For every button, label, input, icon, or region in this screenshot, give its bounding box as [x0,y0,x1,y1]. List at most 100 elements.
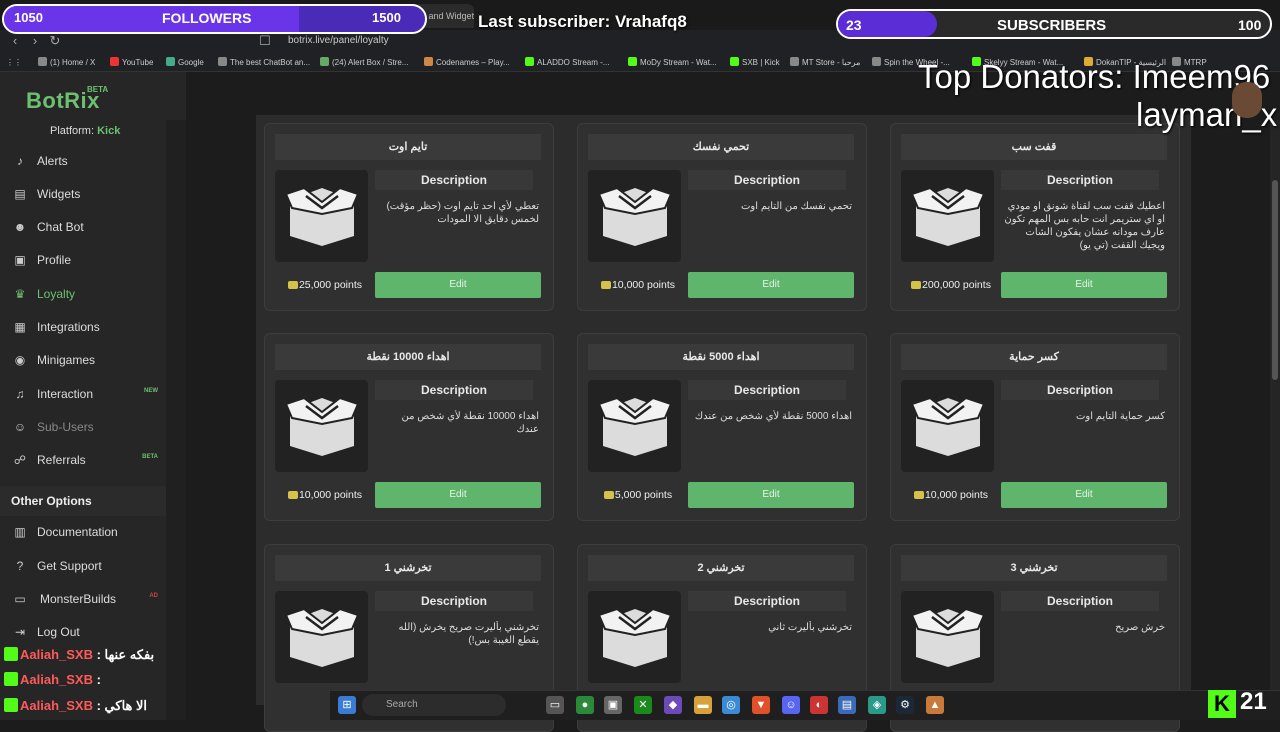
bookmark-item[interactable]: The best ChatBot an... [218,56,310,69]
apps-grid-icon[interactable]: ⋮⋮ [6,56,22,69]
docs-icon: ▥ [14,525,26,539]
kick-icon [4,672,18,686]
chat-message: Aaliah_SXB : بفكه عنها [0,643,530,667]
subscribers-count: 23 [846,17,862,33]
app-icon[interactable]: ▲ [926,696,944,714]
bookmark-item[interactable]: SXB | Kick [730,56,780,69]
reward-image [588,591,681,683]
reward-card: تحمي نفسك Description تحمي نفسك من التايم … [577,123,867,311]
streamer-webcam [1232,82,1262,118]
coins-icon [913,491,924,499]
reward-image [588,380,681,472]
sidebar-scroll-gutter [166,120,186,720]
reward-title: تايم اوت [275,134,541,160]
bookmark-item[interactable]: Google [166,56,204,69]
followers-count: 1050 [14,10,43,25]
robot-icon: ☻ [13,220,27,234]
app-icon[interactable]: ◐ [810,696,828,714]
sidebar-item-widgets[interactable]: ▤ Widgets [0,179,166,209]
bell-icon: ♪ [17,154,23,168]
sidebar-item-alerts[interactable]: ♪ Alerts [0,146,166,176]
xbox-app-icon[interactable]: ✕ [634,696,652,714]
xbox-icon[interactable]: ● [576,696,594,714]
referrals-icon: ☍ [13,453,27,467]
windows-start-icon[interactable]: ⊞ [338,696,356,714]
ad-badge: AD [149,593,158,599]
reward-image [275,380,368,472]
app-icon[interactable]: ◈ [868,696,886,714]
integrations-icon: ▦ [14,320,26,334]
sidebar-item-referrals[interactable]: ☍ Referrals BETA [0,445,166,475]
edit-reward-button[interactable]: Edit [688,482,854,508]
description-heading: Description [688,380,846,400]
reward-image [275,170,368,262]
reload-icon[interactable]: ↻ [46,32,64,50]
sidebar-item-documentation[interactable]: ▥ Documentation [0,517,166,547]
reward-description: تعطي لأي احد تايم اوت (حظر مؤقت) لخمس دق… [386,201,539,225]
beta-badge: BETA [142,454,158,460]
reward-card: كسر حماية Description كسر حماية التايم اوت… [890,333,1180,521]
bookmark-item[interactable]: (24) Alert Box / Stre... [320,56,408,69]
steam-icon[interactable]: ⚙ [896,696,914,714]
reward-cost: 10,000 points [275,482,375,508]
sidebar-item-interaction[interactable]: ♫ Interaction NEW [0,379,166,409]
file-explorer-icon[interactable]: ▬ [694,696,712,714]
sidebar-item-chat-bot[interactable]: ☻ Chat Bot [0,212,166,242]
sidebar-item-minigames[interactable]: ◉ Minigames [0,345,166,375]
game-app-icon[interactable]: ◆ [664,696,682,714]
kick-logo-icon: K [1208,690,1236,718]
reward-card: اهداء 10000 نقطة Description اهداء 10000 ن… [264,333,554,521]
reward-description: اعطيك قفت سب لقناة شونق او مودي او اي ست… [1004,201,1165,251]
sidebar-item-profile[interactable]: ▣ Profile [0,245,166,275]
reward-description: تخرشني بأليرت ثاني [768,622,852,633]
sidebar-item-get-support[interactable]: ? Get Support [0,551,166,581]
sidebar-item-integrations[interactable]: ▦ Integrations [0,312,166,342]
page-scrollbar[interactable] [1270,120,1280,720]
trophy-icon: ♛ [14,287,26,301]
back-icon[interactable]: ‹ [6,32,24,50]
reward-title: تخرشني 1 [275,555,541,581]
bookmark-item[interactable]: Codenames – Play... [424,56,510,69]
kick-viewer-count: 21 [1240,688,1267,715]
new-badge: NEW [144,388,158,394]
bookmark-item[interactable]: (1) Home / X [38,56,95,69]
description-heading: Description [375,380,533,400]
store-icon[interactable]: ▣ [604,696,622,714]
bookmark-item[interactable]: YouTube [110,56,153,69]
reward-title: اهداء 10000 نقطة [275,344,541,370]
chrome-icon[interactable]: ◎ [722,696,740,714]
reward-cost: 5,000 points [588,482,688,508]
followers-goal: 1500 [372,10,401,25]
last-subscriber: Last subscriber: Vrahafq8 [478,12,687,31]
task-view-icon[interactable]: ▭ [546,696,564,714]
bookmark-item[interactable]: MoDy Stream - Wat... [628,56,717,69]
notes-icon[interactable]: ▤ [838,696,856,714]
monitor-icon: ▭ [14,592,26,606]
sidebar-item-loyalty[interactable]: ♛ Loyalty [0,279,166,309]
logout-icon: ⇥ [14,625,26,639]
forward-icon[interactable]: › [26,32,44,50]
brave-icon[interactable]: ▼ [752,696,770,714]
bookmark-item[interactable]: MT Store - مرحبا [790,56,860,69]
taskbar-search[interactable]: Search [362,694,506,716]
discord-icon[interactable]: ☺ [782,696,800,714]
bookmark-star-icon[interactable]: ☐ [256,32,274,50]
sidebar-item-sub-users[interactable]: ☺ Sub-Users [0,412,166,442]
reward-card: اهداء 5000 نقطة Description اهداء 5000 نقط… [577,333,867,521]
other-options-heading: Other Options [0,486,166,516]
widgets-icon: ▤ [14,187,26,201]
reward-title: تحمي نفسك [588,134,854,160]
edit-reward-button[interactable]: Edit [375,482,541,508]
logo-beta-badge: BETA [87,85,109,94]
coins-icon [911,281,922,289]
bookmark-item[interactable]: ALADDO Stream -... [525,56,609,69]
subscribers-goal: 100 [1238,17,1262,33]
edit-reward-button[interactable]: Edit [1001,482,1167,508]
edit-reward-button[interactable]: Edit [1001,272,1167,298]
edit-reward-button[interactable]: Edit [375,272,541,298]
sidebar-item-monsterbuilds[interactable]: ▭ MonsterBuilds AD [0,584,166,614]
description-heading: Description [375,591,533,611]
profile-card-icon: ▣ [14,253,26,267]
reward-image [901,591,994,683]
edit-reward-button[interactable]: Edit [688,272,854,298]
